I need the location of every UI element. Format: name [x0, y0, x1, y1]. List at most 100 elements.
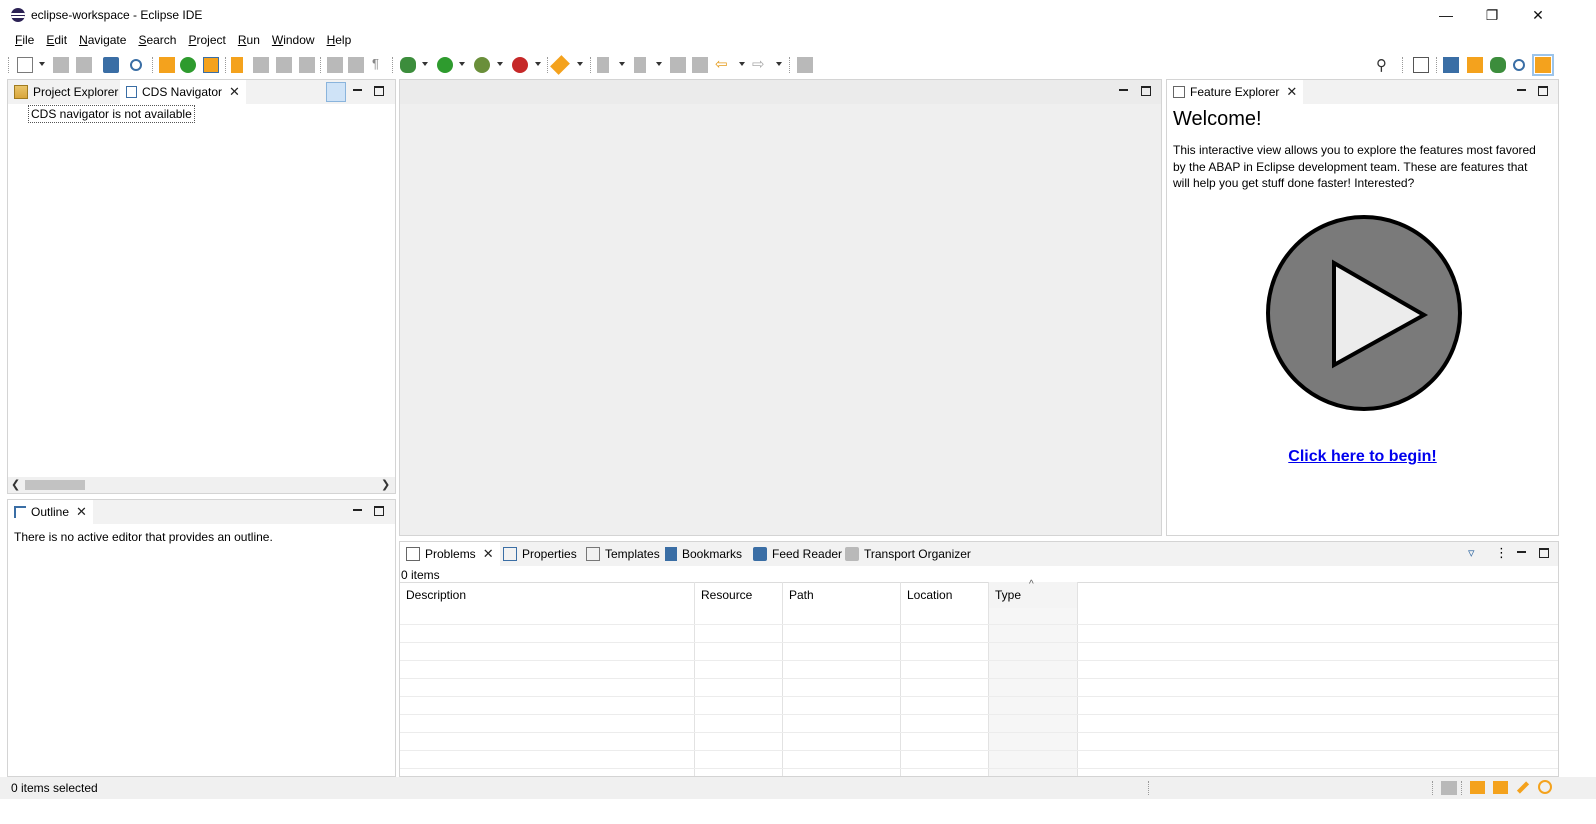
maximize-view-button[interactable]	[1537, 546, 1551, 560]
scroll-left-icon[interactable]: ❮	[11, 478, 20, 491]
menu-navigate[interactable]: Navigate	[73, 30, 132, 52]
sort-indicator-icon: ^	[1029, 579, 1034, 590]
forward-dropdown-icon[interactable]	[776, 62, 782, 66]
tab-outline[interactable]: Outline ✕	[8, 500, 93, 524]
close-icon[interactable]: ✕	[483, 546, 494, 562]
compare-icon[interactable]	[253, 57, 269, 73]
play-button-icon[interactable]	[1264, 213, 1464, 413]
column-header-location[interactable]: Location	[901, 582, 989, 608]
activate-icon[interactable]	[180, 57, 196, 73]
open-perspective-icon[interactable]	[1413, 57, 1429, 73]
begin-link[interactable]: Click here to begin!	[1288, 448, 1436, 465]
pin-editor-icon[interactable]	[797, 57, 813, 73]
close-window-button[interactable]: ✕	[1515, 0, 1561, 30]
book-icon[interactable]	[1470, 781, 1485, 794]
close-icon[interactable]: ✕	[76, 504, 87, 520]
column-header-path[interactable]: Path	[783, 582, 901, 608]
run-dropdown-icon[interactable]	[459, 62, 465, 66]
print-icon[interactable]	[276, 57, 292, 73]
filter-icon[interactable]: ▿	[1468, 545, 1482, 560]
column-header-type[interactable]: Type ^	[989, 579, 1078, 608]
toggle-mark-icon[interactable]	[327, 57, 343, 73]
menu-search[interactable]: Search	[132, 30, 182, 52]
feed-reader-icon	[753, 547, 767, 561]
previous-annotation-icon[interactable]	[634, 57, 646, 73]
menu-help[interactable]: Help	[321, 30, 358, 52]
new-dropdown-icon[interactable]	[39, 62, 45, 66]
menu-edit[interactable]: Edit	[40, 30, 73, 52]
show-whitespace-icon[interactable]: ¶	[372, 56, 388, 72]
coverage-icon[interactable]	[474, 57, 490, 73]
next-annotation-icon[interactable]	[597, 57, 609, 73]
forward-edit-icon[interactable]	[692, 57, 708, 73]
menu-run[interactable]: Run	[232, 30, 266, 52]
pin-icon[interactable]	[550, 55, 570, 75]
activate-all-icon[interactable]	[203, 57, 219, 73]
save-icon[interactable]	[53, 57, 69, 73]
maximize-view-button[interactable]	[372, 84, 386, 98]
menu-file[interactable]: File	[9, 30, 40, 52]
tab-bookmarks[interactable]: Bookmarks	[659, 542, 748, 566]
menu-window[interactable]: Window	[266, 30, 321, 52]
search-icon[interactable]: ⚲	[1376, 56, 1392, 74]
next-annotation-dropdown-icon[interactable]	[619, 62, 625, 66]
column-header-resource[interactable]: Resource	[695, 582, 783, 608]
profiling-perspective-icon[interactable]	[1513, 59, 1525, 71]
open-object-icon[interactable]	[130, 59, 142, 71]
format-icon[interactable]	[299, 57, 315, 73]
column-header-description[interactable]: Description	[400, 582, 695, 608]
debug-perspective-icon[interactable]	[1490, 57, 1506, 73]
back-arrow-icon[interactable]: ⇦	[715, 55, 731, 73]
close-icon[interactable]: ✕	[1286, 84, 1297, 100]
tab-transport-organizer[interactable]: Transport Organizer	[839, 542, 977, 566]
tab-templates[interactable]: Templates	[580, 542, 666, 566]
previous-annotation-dropdown-icon[interactable]	[656, 62, 662, 66]
java-perspective-icon[interactable]	[1443, 57, 1459, 73]
console-icon[interactable]	[103, 57, 119, 73]
minimize-button[interactable]: —	[1423, 0, 1469, 30]
scroll-right-icon[interactable]: ❯	[381, 478, 390, 491]
close-icon[interactable]: ✕	[229, 84, 240, 100]
maximize-editor-button[interactable]	[1139, 84, 1153, 98]
tab-cds-navigator[interactable]: CDS Navigator ✕	[120, 80, 246, 104]
horizontal-scrollbar[interactable]: ❮ ❯	[8, 477, 395, 493]
sync-icon[interactable]	[1441, 781, 1457, 795]
open-abap-icon[interactable]	[159, 57, 175, 73]
scrollbar-thumb[interactable]	[25, 480, 85, 490]
external-tools-dropdown-icon[interactable]	[535, 62, 541, 66]
tutorial-icon[interactable]	[1493, 781, 1508, 794]
abap-perspective-icon[interactable]	[1467, 57, 1483, 73]
last-edit-location-icon[interactable]	[670, 57, 686, 73]
maximize-view-button[interactable]	[372, 504, 386, 518]
minimize-editor-button[interactable]	[1116, 84, 1130, 98]
debug-icon[interactable]	[400, 57, 416, 73]
link-with-editor-icon[interactable]	[326, 82, 346, 102]
minimize-view-button[interactable]	[1514, 546, 1528, 560]
view-menu-icon[interactable]: ⋮	[1495, 545, 1509, 560]
menu-project[interactable]: Project	[182, 30, 231, 52]
tab-feature-explorer[interactable]: Feature Explorer ✕	[1167, 80, 1304, 104]
abap-active-perspective-icon[interactable]	[1532, 54, 1554, 76]
minimize-view-button[interactable]	[350, 504, 364, 518]
tab-properties[interactable]: Properties	[497, 542, 583, 566]
debug-dropdown-icon[interactable]	[422, 62, 428, 66]
coverage-dropdown-icon[interactable]	[497, 62, 503, 66]
new-icon[interactable]	[17, 57, 33, 73]
tab-project-explorer[interactable]: Project Explorer	[8, 80, 124, 104]
maximize-view-button[interactable]	[1536, 84, 1550, 98]
save-all-icon[interactable]	[76, 57, 92, 73]
forward-arrow-icon[interactable]: ⇨	[752, 55, 768, 73]
tab-problems[interactable]: Problems ✕	[400, 542, 500, 566]
pen-icon[interactable]	[1516, 781, 1530, 794]
library-icon[interactable]	[231, 57, 243, 73]
minimize-view-button[interactable]	[350, 84, 364, 98]
minimize-view-button[interactable]	[1514, 84, 1528, 98]
run-icon[interactable]	[437, 57, 453, 73]
restore-button[interactable]: ❐	[1469, 0, 1515, 30]
external-tools-icon[interactable]	[512, 57, 528, 73]
smiley-icon[interactable]	[1538, 780, 1552, 794]
pin-dropdown-icon[interactable]	[577, 62, 583, 66]
back-dropdown-icon[interactable]	[739, 62, 745, 66]
tab-feed-reader[interactable]: Feed Reader	[747, 542, 848, 566]
block-selection-icon[interactable]	[348, 57, 364, 73]
